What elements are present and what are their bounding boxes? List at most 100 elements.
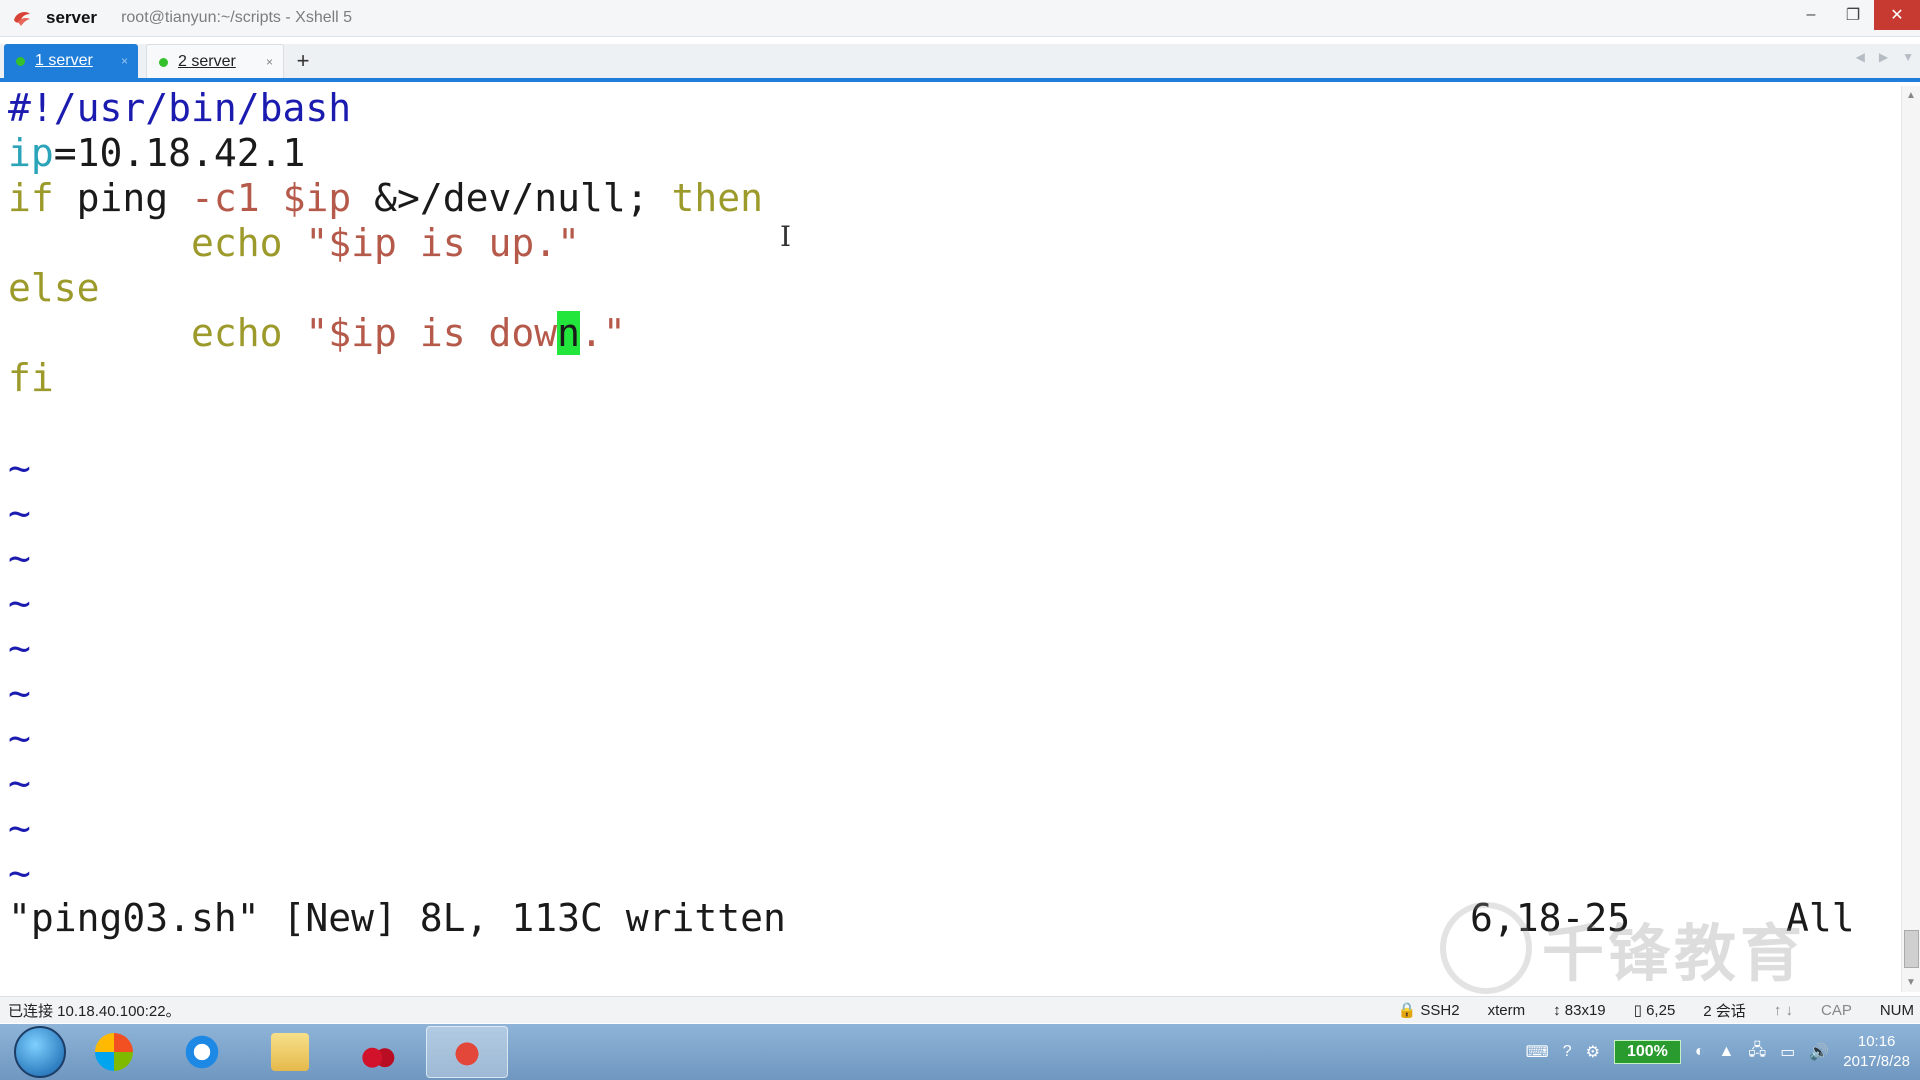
empty-line-marker: ~ [8,761,31,805]
taskbar-app-colorful[interactable] [74,1027,154,1077]
session-tab-bar: 1 server × 2 server × + ◀ ▶ ▼ [0,44,1920,80]
variable-ref: $ip [282,176,352,220]
volume-icon[interactable]: 🔊 [1809,1042,1829,1062]
keyword: if [8,176,54,220]
terminal-type: xterm [1487,1001,1526,1019]
session-count: 2 会话 [1703,1002,1746,1020]
code-line-1: #!/usr/bin/bash [8,86,351,131]
xshell-taskbar-icon [448,1033,486,1071]
windows-taskbar: ⌨ ? ⚙ 100% ◐ ▲ 🖧 ▭ 🔊 10:16 2017/8/28 [0,1024,1920,1080]
command: echo [191,311,283,355]
ibeam-cursor-icon: I [780,220,792,253]
tab-accent-line [0,78,1920,82]
code-line-7: fi [8,356,54,401]
terminal-size: ↕ 83x19 [1553,1002,1606,1019]
protocol-label: SSH2 [1420,1002,1460,1019]
window-subtitle: root@tianyun:~/scripts - Xshell 5 [121,9,353,26]
num-indicator: NUM [1879,1001,1914,1019]
connected-status-icon [159,57,168,67]
help-icon[interactable]: ? [1563,1043,1572,1061]
cherry-icon [359,1033,397,1071]
show-hidden-icons-icon[interactable]: ▲ [1719,1043,1735,1061]
colorful-app-icon [95,1033,133,1071]
terminal-size-label: 83x19 [1564,1001,1606,1019]
taskbar-app-cherry[interactable] [338,1027,418,1077]
tab-1-server[interactable]: 1 server × [4,44,138,78]
input-method-icon[interactable]: ◐ [1695,1043,1705,1061]
code-line-5: else [8,266,100,311]
clock[interactable]: 10:16 2017/8/28 [1843,1032,1910,1072]
system-tray: ⌨ ? ⚙ 100% ◐ ▲ 🖧 ▭ 🔊 10:16 2017/8/28 [1526,1028,1910,1076]
keyword: else [8,266,100,310]
taskbar-app-ie[interactable] [162,1027,242,1077]
watermark: 千锋教育 [1440,902,1806,994]
status-info: 🔒 SSH2 xterm ↕ 83x19 ▯ 6,25 2 会话 ↑ ↓ CAP… [1398,1000,1920,1021]
window-controls: – ❐ ✕ [1790,0,1920,32]
vertical-scrollbar[interactable]: ▲ ▼ [1901,86,1920,992]
tab-scroll-left-icon[interactable]: ◀ [1856,50,1865,64]
shebang: #!/usr/bin/bash [8,86,352,130]
tab-2-server[interactable]: 2 server × [146,44,284,79]
tab-label: 2 server [178,53,236,70]
window-title: server [46,8,98,27]
folder-icon [271,1033,309,1071]
lock-icon: 🔒 [1397,1002,1417,1019]
taskbar-app-explorer[interactable] [250,1027,330,1077]
redirect: &>/dev/null; [351,176,672,220]
start-button[interactable] [14,1026,66,1078]
protocol: 🔒 SSH2 [1398,1001,1460,1019]
empty-line-marker: ~ [8,671,31,715]
empty-line-marker: ~ [8,491,31,535]
minimize-button[interactable]: – [1790,0,1832,30]
string: "$ip is dow [282,311,558,355]
scroll-down-icon[interactable]: ▼ [1906,977,1916,988]
vim-status-message: "ping03.sh" [New] 8L, 113C written [8,896,786,940]
network-icon[interactable]: 🖧 [1748,1039,1766,1066]
cursor-info-label: 6,25 [1646,1002,1676,1019]
text-cursor: n [557,311,580,355]
empty-line-marker: ~ [8,446,31,490]
watermark-text: 千锋教育 [1542,917,1807,990]
cursor-icon: ▯ [1633,1002,1642,1019]
terminal-area[interactable]: #!/usr/bin/bash ip=10.18.42.1 if ping -c… [0,86,1900,992]
scroll-thumb[interactable] [1904,930,1919,968]
clock-time: 10:16 [1857,1033,1896,1050]
tray-settings-icon[interactable]: ⚙ [1586,1042,1600,1062]
battery-indicator[interactable]: 100% [1613,1040,1681,1064]
empty-line-marker: ~ [8,581,31,625]
internet-explorer-icon [183,1033,221,1071]
watermark-logo-icon [1440,902,1532,994]
status-bar: 已连接 10.18.40.100:22。 🔒 SSH2 xterm ↕ 83x1… [0,996,1920,1023]
caps-indicator: CAP [1820,1001,1852,1019]
command: ping [53,176,192,220]
variable-name: ip [8,131,54,175]
code-line-2: ip=10.18.42.1 [8,131,305,176]
connection-status: 已连接 10.18.40.100:22。 [8,1002,181,1020]
display-icon[interactable]: ▭ [1780,1042,1795,1062]
keyboard-icon[interactable]: ⌨ [1526,1042,1549,1062]
command: echo [191,221,283,265]
tab-scroll-right-icon[interactable]: ▶ [1879,50,1888,64]
variable-value: =10.18.42.1 [53,131,306,175]
cursor-info: ▯ 6,25 [1634,1001,1676,1019]
tab-close-icon[interactable]: × [266,55,273,69]
string: "$ip is up." [282,221,580,265]
restore-button[interactable]: ❐ [1832,0,1874,30]
new-tab-button[interactable]: + [288,46,318,76]
clock-date: 2017/8/28 [1843,1053,1910,1070]
taskbar-app-xshell[interactable] [426,1026,508,1078]
tab-close-icon[interactable]: × [121,54,128,68]
empty-line-marker: ~ [8,536,31,580]
code-line-4: echo "$ip is up." [8,221,580,266]
string-end: ." [579,311,626,355]
tab-navigation: ◀ ▶ ▼ [1856,50,1914,64]
scroll-up-icon[interactable]: ▲ [1906,90,1916,101]
connected-status-icon [16,56,25,66]
tab-label: 1 server [35,52,93,69]
close-button[interactable]: ✕ [1874,0,1920,30]
tab-list-dropdown-icon[interactable]: ▼ [1902,50,1914,64]
code-line-3: if ping -c1 $ip &>/dev/null; then [8,176,763,221]
empty-line-marker: ~ [8,716,31,760]
keyword: then [671,176,764,220]
